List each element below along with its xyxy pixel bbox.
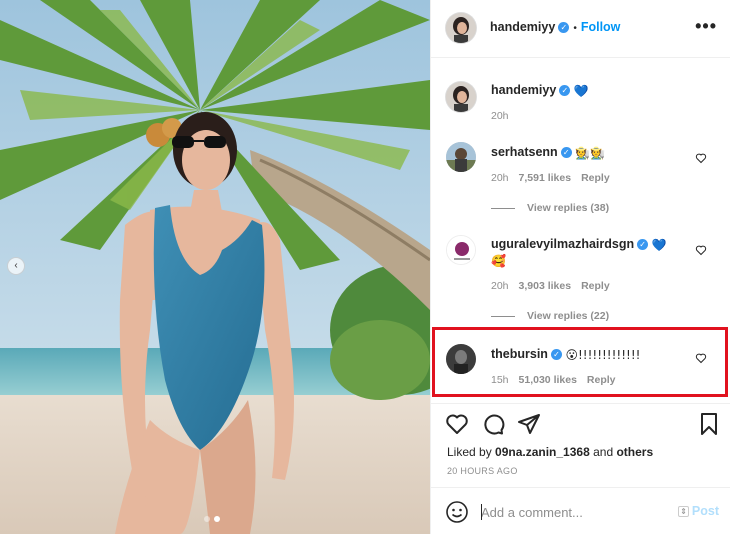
verified-badge-icon: ✓ [637, 239, 649, 251]
comment-row: serhatsenn ✓ 🧑‍🌾🧑‍🌾 20h 7,591 likes Reply… [431, 138, 730, 223]
author-username[interactable]: handemiyy [490, 20, 555, 34]
carousel-dot-active [214, 516, 220, 522]
text-cursor [481, 504, 482, 520]
liked-by-prefix: Liked by [447, 445, 496, 459]
comment-time[interactable]: 20h [491, 172, 509, 184]
post-actions: Liked by 09na.zanin_1368 and others 20 H… [431, 403, 730, 483]
carousel-dot [204, 516, 210, 522]
author-avatar[interactable] [446, 13, 476, 43]
post-photo[interactable]: ‹ [0, 0, 430, 534]
post-label: Post [691, 504, 719, 518]
comment-meta: 20h 7,591 likes Reply [491, 172, 610, 184]
comment-time[interactable]: 15h [491, 374, 509, 386]
commenter-username[interactable]: uguralevyilmazhairdsgn [491, 237, 634, 251]
avatar-image [447, 236, 475, 264]
comment-likes[interactable]: 7,591 likes [519, 172, 572, 184]
caption-text: handemiyy ✓ 💙 [491, 82, 589, 99]
comment-bubble-icon[interactable] [481, 412, 505, 436]
comment-meta: 15h 51,030 likes Reply [491, 374, 616, 386]
commenter-avatar[interactable] [446, 344, 476, 374]
like-comment-heart-icon[interactable] [695, 244, 707, 256]
verified-badge-icon: ✓ [558, 22, 570, 34]
liked-by-text: Liked by 09na.zanin_1368 and others [447, 445, 653, 459]
add-comment-bar: ⇕ Post [431, 487, 730, 534]
verified-badge-icon: ✓ [560, 147, 572, 159]
beach-photo [0, 0, 430, 534]
verified-badge-icon: ✓ [559, 85, 571, 97]
comment-emoji: 🧑‍🌾🧑‍🌾 [575, 145, 606, 160]
commenter-username[interactable]: serhatsenn [491, 145, 558, 159]
commenter-avatar[interactable] [446, 235, 476, 265]
comment-time[interactable]: 20h [491, 280, 509, 292]
view-replies-link[interactable]: View replies (22) [491, 310, 609, 322]
liked-by-conjunction: and [589, 445, 617, 459]
comment-emoji: 💙 [651, 237, 667, 252]
caption-time[interactable]: 20h [491, 110, 509, 122]
separator-dot: • [573, 23, 577, 34]
avatar-image [446, 142, 476, 172]
post-timestamp[interactable]: 20 HOURS AGO [447, 466, 518, 476]
post-header: handemiyy ✓ • Follow ••• [431, 0, 730, 58]
commenter-username[interactable]: thebursin [491, 347, 548, 361]
carousel-prev-button[interactable]: ‹ [7, 257, 25, 275]
more-options-icon[interactable]: ••• [695, 16, 717, 37]
spin-arrows-icon: ⇕ [678, 505, 689, 517]
comment-text: thebursin ✓ 😮!!!!!!!!!!!!! [491, 346, 640, 363]
view-replies-link[interactable]: View replies (38) [491, 202, 609, 214]
reply-button[interactable]: Reply [581, 172, 610, 184]
comments-list: handemiyy ✓ 💙 20h serhatsenn ✓ 🧑‍🌾🧑‍🌾 20h … [431, 58, 730, 403]
like-comment-heart-icon[interactable] [695, 352, 707, 364]
caption-avatar[interactable] [446, 82, 476, 112]
post-side-panel: handemiyy ✓ • Follow ••• handemiyy ✓ 💙 20h s… [430, 0, 730, 534]
liked-by-others-link[interactable]: others [616, 445, 653, 459]
avatar-image [446, 344, 476, 374]
avatar-image [446, 13, 476, 43]
reply-button[interactable]: Reply [581, 280, 610, 292]
follow-button[interactable]: Follow [581, 20, 621, 34]
comment-input[interactable] [481, 502, 671, 522]
verified-badge-icon: ✓ [550, 349, 562, 361]
avatar-image [446, 82, 476, 112]
comment-text: serhatsenn ✓ 🧑‍🌾🧑‍🌾 [491, 144, 605, 161]
comment-likes[interactable]: 3,903 likes [519, 280, 572, 292]
save-bookmark-icon[interactable] [697, 412, 721, 436]
comment-row: thebursin ✓ 😮!!!!!!!!!!!!! 15h 51,030 lik… [431, 338, 730, 398]
comment-text: uguralevyilmazhairdsgn ✓ 💙 🥰 [491, 236, 701, 269]
caption-meta: 20h [491, 110, 509, 122]
comment-row: uguralevyilmazhairdsgn ✓ 💙 🥰 20h 3,903 li… [431, 232, 730, 327]
liked-by-user-link[interactable]: 09na.zanin_1368 [495, 445, 590, 459]
blue-heart-emoji: 💙 [573, 83, 589, 98]
emoji-picker-icon[interactable] [445, 500, 469, 524]
caption-row: handemiyy ✓ 💙 20h [431, 58, 730, 138]
carousel-indicator [204, 516, 220, 522]
share-paper-plane-icon[interactable] [517, 412, 541, 436]
comment-likes[interactable]: 51,030 likes [519, 374, 577, 386]
header-user-line: handemiyy ✓ • Follow [490, 20, 620, 34]
caption-username[interactable]: handemiyy [491, 83, 556, 97]
comment-meta: 20h 3,903 likes Reply [491, 280, 610, 292]
comment-emoji: 🥰 [491, 254, 506, 269]
comment-message: 😮!!!!!!!!!!!!! [565, 347, 641, 362]
commenter-avatar[interactable] [446, 142, 476, 172]
like-comment-heart-icon[interactable] [695, 152, 707, 164]
like-heart-icon[interactable] [445, 412, 469, 436]
post-comment-button[interactable]: ⇕ Post [678, 504, 719, 518]
reply-button[interactable]: Reply [587, 374, 616, 386]
